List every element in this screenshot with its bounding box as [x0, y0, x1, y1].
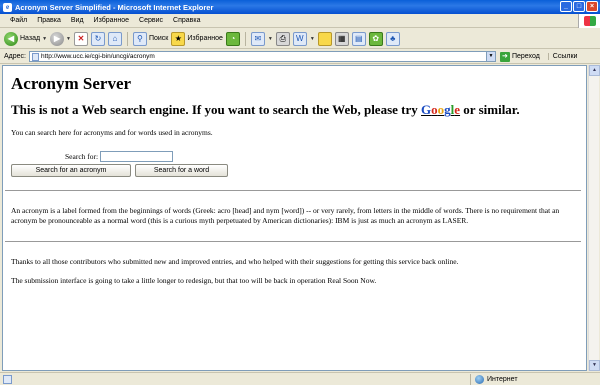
subheading-text-pre: This is not a Web search engine. If you …: [11, 102, 422, 117]
divider: [5, 190, 581, 191]
close-button[interactable]: ×: [586, 1, 598, 12]
maximize-button[interactable]: □: [573, 1, 585, 12]
home-icon[interactable]: ⌂: [107, 31, 122, 46]
page-icon: [31, 52, 39, 61]
globe-icon: [475, 375, 484, 384]
thanks-text: Thanks to all those contributors who sub…: [11, 257, 459, 266]
scroll-up-icon[interactable]: ▲: [589, 65, 600, 76]
mail-icon[interactable]: ✉: [250, 31, 265, 46]
back-arrow-icon: ◀: [4, 31, 18, 46]
toolbar: ◀ Назад ▼ ▶ ▼ ✕ ↻ ⌂ ⚲ Поиск ★ Избранное …: [0, 29, 600, 49]
address-bar: Адрес: http://www.ucc.ie/cgi-bin/uncgi/a…: [0, 50, 600, 64]
forward-button[interactable]: ▶ ▼: [50, 31, 71, 46]
search-word-button[interactable]: Search for a word: [135, 164, 228, 177]
search-input[interactable]: [100, 151, 174, 162]
security-zone: Интернет: [470, 374, 518, 385]
forward-arrow-icon: ▶: [50, 31, 65, 46]
title-bar: e Acronym Server Simplified - Microsoft …: [0, 0, 600, 14]
page-title: Acronym Server: [11, 74, 132, 93]
zone-label: Интернет: [487, 376, 518, 383]
windows-logo-icon: [578, 14, 600, 28]
page-status-icon: [3, 374, 12, 384]
star-icon: ★: [171, 31, 186, 46]
scroll-down-icon[interactable]: ▼: [589, 360, 600, 371]
search-row: Search for:: [65, 151, 578, 162]
chevron-down-icon[interactable]: ▼: [42, 36, 47, 42]
go-arrow-icon: ➜: [499, 51, 510, 62]
ie-logo-icon: e: [3, 2, 12, 12]
search-icon: ⚲: [132, 31, 147, 46]
menu-bar: Файл Правка Вид Избранное Сервис Справка: [0, 14, 600, 28]
users-icon[interactable]: ♣: [385, 31, 400, 46]
refresh-icon[interactable]: ↻: [90, 31, 105, 46]
search-label: Search for:: [65, 152, 99, 161]
search-button[interactable]: ⚲ Поиск: [132, 31, 169, 46]
subheading-text-post: or similar.: [460, 102, 520, 117]
intro-text: You can search here for acronyms and for…: [11, 128, 213, 137]
google-link[interactable]: Google: [421, 102, 460, 117]
menu-edit[interactable]: Правка: [32, 17, 66, 24]
toolbar-separator: [244, 31, 246, 46]
menu-view[interactable]: Вид: [66, 17, 89, 24]
submission-text: The submission interface is going to tak…: [11, 276, 377, 285]
window-title: Acronym Server Simplified - Microsoft In…: [15, 2, 214, 12]
page-subheading: This is not a Web search engine. If you …: [11, 102, 578, 118]
history-icon[interactable]: ◔: [225, 31, 240, 46]
address-input[interactable]: http://www.ucc.ie/cgi-bin/uncgi/acronym …: [28, 51, 496, 62]
status-bar: Интернет: [0, 372, 600, 385]
menu-tools[interactable]: Сервис: [134, 17, 168, 24]
stop-icon[interactable]: ✕: [73, 31, 88, 46]
go-label: Переход: [511, 53, 540, 60]
address-label: Адрес:: [4, 53, 26, 60]
links-button[interactable]: Ссылки: [547, 53, 577, 60]
menu-file[interactable]: Файл: [5, 17, 32, 24]
favorites-button[interactable]: ★ Избранное: [171, 31, 223, 46]
address-url[interactable]: http://www.ucc.ie/cgi-bin/uncgi/acronym: [41, 53, 486, 60]
chevron-down-icon[interactable]: ▼: [66, 36, 71, 42]
tools-icon[interactable]: ✿: [368, 31, 383, 46]
messenger-icon[interactable]: ▦: [334, 31, 349, 46]
search-acronym-button[interactable]: Search for an acronym: [11, 164, 131, 177]
research-icon[interactable]: ▤: [351, 31, 366, 46]
edit-icon[interactable]: W: [292, 31, 307, 46]
chevron-down-icon[interactable]: ▼: [268, 36, 273, 42]
back-label: Назад: [20, 35, 41, 42]
print-icon[interactable]: ⎙: [275, 31, 290, 46]
search-button-label: Поиск: [148, 35, 169, 42]
search-buttons: Search for an acronym Search for a word: [11, 164, 578, 177]
definition-text: An acronym is a label formed from the be…: [11, 206, 560, 225]
menu-help[interactable]: Справка: [168, 17, 205, 24]
folder-icon[interactable]: [317, 31, 332, 46]
chevron-down-icon[interactable]: ▼: [310, 36, 315, 42]
toolbar-separator: [126, 31, 128, 46]
window-controls: _ □ ×: [560, 1, 598, 12]
back-button[interactable]: ◀ Назад ▼: [4, 31, 47, 46]
minimize-button[interactable]: _: [560, 1, 572, 12]
page-content: Acronym Server This is not a Web search …: [2, 65, 587, 371]
menu-favorites[interactable]: Избранное: [89, 17, 134, 24]
vertical-scrollbar[interactable]: ▲ ▼: [588, 65, 600, 371]
go-button[interactable]: ➜ Переход: [499, 51, 540, 62]
favorites-button-label: Избранное: [187, 35, 223, 42]
divider: [5, 241, 581, 242]
address-dropdown-icon[interactable]: ▼: [485, 52, 495, 61]
